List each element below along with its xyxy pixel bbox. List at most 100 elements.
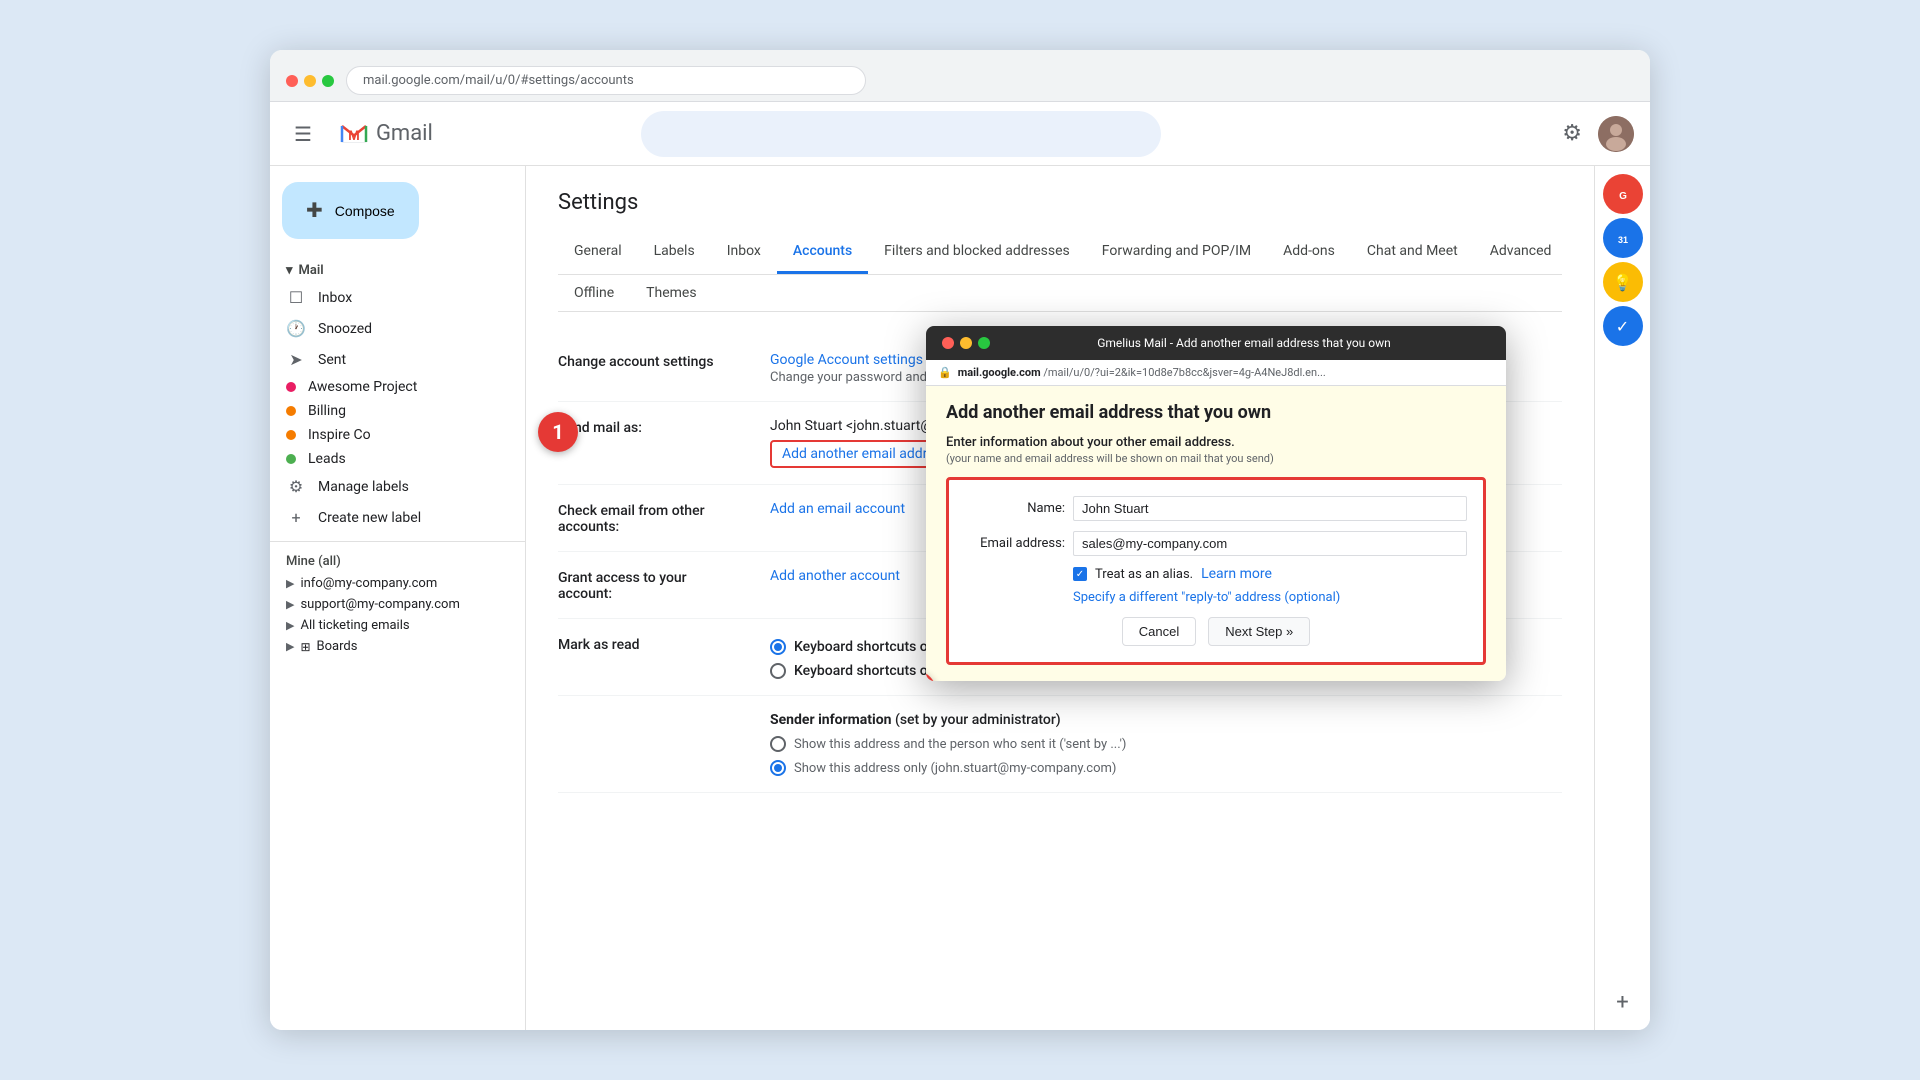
keyboard-off-radio[interactable] [770,639,786,655]
mine-all-item-boards[interactable]: ▶ ⊞ Boards [286,636,509,657]
sidebar-divider [270,541,525,542]
form-name-row: Name: [965,496,1467,521]
mine-all-item-label: All ticketing emails [300,618,409,633]
gmail-sidebar-icon[interactable]: G [1603,174,1643,214]
settings-label-check: Check email from other accounts: [558,501,738,535]
gmail-icon: G [1611,182,1635,206]
gmail-logo: M Gmail [336,116,433,152]
modal-content: Add another email address that you own E… [926,386,1506,681]
subtab-offline[interactable]: Offline [558,275,630,311]
google-account-settings-link[interactable]: Google Account settings [770,352,923,368]
sidebar-item-create-label[interactable]: + Create new label [270,502,509,533]
maximize-button[interactable] [322,75,334,87]
gear-icon: ⚙ [286,477,306,496]
mine-all-item-support[interactable]: ▶ support@my-company.com [286,594,509,615]
menu-icon[interactable]: ☰ [286,114,320,154]
add-app-button[interactable]: + [1603,982,1643,1022]
sidebar-item-sent[interactable]: ➤ Sent [270,344,509,375]
window-controls[interactable] [286,75,334,87]
sidebar-item-label: Create new label [318,510,421,526]
sidebar-item-manage-labels[interactable]: ⚙ Manage labels [270,471,509,502]
sender-info-note: (set by your administrator) [895,712,1061,728]
sidebar-item-inbox[interactable]: ☐ Inbox [270,282,509,313]
mine-all-item-ticketing[interactable]: ▶ All ticketing emails [286,615,509,636]
arrow-right-icon: ▶ [286,598,294,611]
tab-general[interactable]: General [558,231,638,274]
gmail-wordmark: Gmail [376,121,433,146]
sidebar-item-inspire-co[interactable]: Inspire Co [270,423,509,447]
tab-inbox[interactable]: Inbox [711,231,777,274]
add-email-modal: Gmelius Mail - Add another email address… [926,326,1506,681]
address-bar[interactable]: mail.google.com/mail/u/0/#settings/accou… [346,66,866,95]
subtab-themes[interactable]: Themes [630,275,712,311]
modal-url-bar[interactable]: 🔒 mail.google.com /mail/u/0/?ui=2&ik=10d… [926,360,1506,386]
show-only-radio[interactable] [770,760,786,776]
clock-icon: 🕐 [286,319,306,338]
treat-alias-row[interactable]: ✓ Treat as an alias. Learn more [965,566,1467,582]
settings-subtabs: Offline Themes [558,275,1562,312]
sender-show-both-option[interactable]: Show this address and the person who sen… [770,736,1562,752]
close-button[interactable] [286,75,298,87]
modal-close-button[interactable] [942,337,954,349]
compose-label: Compose [335,203,395,219]
tab-advanced[interactable]: Advanced [1474,231,1568,274]
modal-title: Gmelius Mail - Add another email address… [998,336,1490,350]
tab-forwarding[interactable]: Forwarding and POP/IM [1086,231,1267,274]
header-right: ⚙ [1562,116,1634,152]
mine-all-item-label: info@my-company.com [300,576,437,591]
tab-accounts[interactable]: Accounts [777,231,868,274]
minimize-button[interactable] [304,75,316,87]
add-email-account-link[interactable]: Add an email account [770,501,905,517]
settings-label-send: Send mail as: [558,418,738,468]
form-email-row: Email address: [965,531,1467,556]
sidebar-item-awesome-project[interactable]: Awesome Project [270,375,509,399]
show-both-radio[interactable] [770,736,786,752]
tasks-sidebar-icon[interactable]: ✓ [1603,306,1643,346]
modal-minimize-button[interactable] [960,337,972,349]
keyboard-on-label: Keyboard shortcuts on [794,663,936,679]
label-dot-orange [286,406,296,416]
name-input[interactable] [1073,496,1467,521]
mine-all-item-info[interactable]: ▶ info@my-company.com [286,573,509,594]
sidebar-item-leads[interactable]: Leads [270,447,509,471]
compose-plus-icon: ✚ [306,198,323,223]
email-input[interactable] [1073,531,1467,556]
calendar-icon: 31 [1611,226,1635,250]
sidebar-item-snoozed[interactable]: 🕐 Snoozed [270,313,509,344]
tab-addons[interactable]: Add-ons [1267,231,1351,274]
bulb-icon: 💡 [1613,273,1633,292]
add-another-account-link[interactable]: Add another account [770,568,900,584]
modal-maximize-button[interactable] [978,337,990,349]
modal-window-controls[interactable] [942,337,990,349]
modal-subtitle: Enter information about your other email… [946,435,1486,450]
settings-gear-icon[interactable]: ⚙ [1562,121,1582,146]
sender-show-only-option[interactable]: Show this address only (john.stuart@my-c… [770,760,1562,776]
next-step-button[interactable]: Next Step » [1208,617,1310,646]
svg-text:31: 31 [1617,235,1627,245]
lock-icon: 🔒 [938,366,952,379]
tab-filters[interactable]: Filters and blocked addresses [868,231,1086,274]
modal-subtitle-note: (your name and email address will be sho… [946,452,1486,465]
modal-main-title: Add another email address that you own [946,402,1486,423]
plus-icon: + [286,508,306,527]
tab-labels[interactable]: Labels [638,231,711,274]
gmail-m-icon: M [336,116,372,152]
boards-icon: ⊞ [300,640,310,654]
search-bar[interactable] [641,111,1161,157]
reply-to-link[interactable]: Specify a different "reply-to" address (… [965,590,1467,605]
compose-button[interactable]: ✚ Compose [282,182,419,239]
keep-sidebar-icon[interactable]: 💡 [1603,262,1643,302]
keyboard-on-radio[interactable] [770,663,786,679]
treat-alias-checkbox[interactable]: ✓ [1073,567,1087,581]
learn-more-link[interactable]: Learn more [1201,566,1272,582]
cancel-button[interactable]: Cancel [1122,617,1196,646]
mine-all-section: Mine (all) ▶ info@my-company.com ▶ suppo… [270,550,525,661]
send-icon: ➤ [286,350,306,369]
user-avatar[interactable] [1598,116,1634,152]
calendar-sidebar-icon[interactable]: 31 [1603,218,1643,258]
checkmark-icon: ✓ [1076,569,1084,580]
sidebar-item-billing[interactable]: Billing [270,399,509,423]
label-dot-green [286,454,296,464]
tab-chat[interactable]: Chat and Meet [1351,231,1474,274]
gmail-app: ☰ M Gmail ⚙ [270,102,1650,1030]
